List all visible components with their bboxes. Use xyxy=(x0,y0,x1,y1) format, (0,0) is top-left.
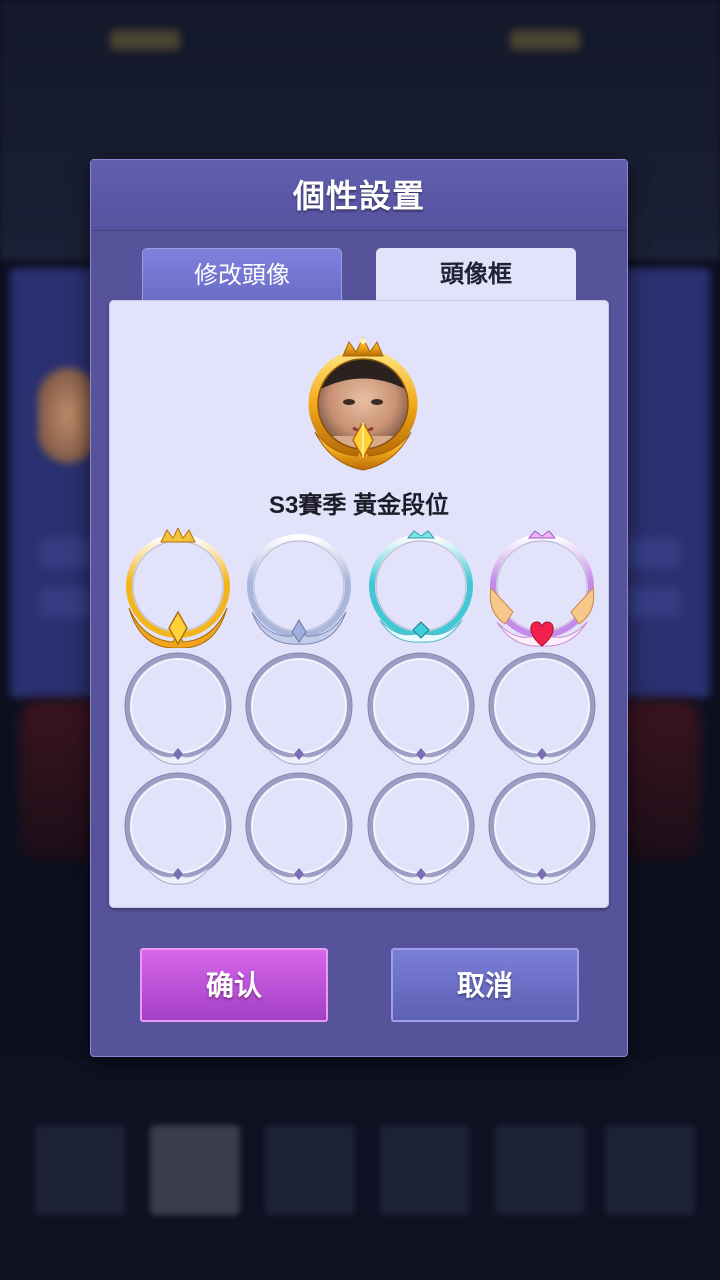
gold-crown-frame-icon xyxy=(126,528,230,648)
frame-option[interactable] xyxy=(244,770,354,890)
background-blur-shape xyxy=(510,30,580,50)
frame-option[interactable] xyxy=(123,528,233,648)
frame-option[interactable] xyxy=(487,528,597,648)
cancel-button[interactable]: 取消 xyxy=(391,948,579,1022)
tab-avatar-frame[interactable]: 頭像框 xyxy=(376,248,576,304)
frame-option[interactable] xyxy=(487,650,597,770)
background-tile xyxy=(605,1125,695,1215)
silver-wing-frame-icon xyxy=(247,534,351,645)
frame-option[interactable] xyxy=(366,650,476,770)
gold-crown-frame-icon xyxy=(308,336,418,471)
locked-frame-icon xyxy=(488,652,596,765)
locked-frame-icon xyxy=(124,772,232,885)
frame-option[interactable] xyxy=(244,528,354,648)
tab-change-avatar[interactable]: 修改頭像 xyxy=(142,248,342,302)
pink-heart-frame-icon xyxy=(489,530,595,647)
frame-panel: S3賽季 黃金段位 xyxy=(109,300,609,908)
frame-option[interactable] xyxy=(123,770,233,890)
frame-option[interactable] xyxy=(244,650,354,770)
locked-frame-icon xyxy=(488,772,596,885)
locked-frame-icon xyxy=(124,652,232,765)
cyan-gem-frame-icon xyxy=(369,530,473,643)
locked-frame-icon xyxy=(245,652,353,765)
background-tile xyxy=(265,1125,355,1215)
dialog-title: 個性設置 xyxy=(292,178,425,214)
background-tile xyxy=(150,1125,240,1215)
avatar-preview xyxy=(301,336,425,472)
frame-caption: S3賽季 黃金段位 xyxy=(268,492,450,519)
frame-option[interactable] xyxy=(366,770,476,890)
frame-option[interactable] xyxy=(123,650,233,770)
background-tile xyxy=(495,1125,585,1215)
confirm-button[interactable]: 确认 xyxy=(140,948,328,1022)
locked-frame-icon xyxy=(367,772,475,885)
background-tile xyxy=(35,1125,125,1215)
dialog-header: 個性設置 xyxy=(91,160,627,231)
locked-frame-icon xyxy=(245,772,353,885)
frame-option[interactable] xyxy=(366,528,476,648)
frame-option[interactable] xyxy=(487,770,597,890)
background-blur-shape xyxy=(110,30,180,50)
background-avatar xyxy=(38,368,98,463)
personal-settings-dialog: 個性設置 修改頭像 頭像框 S3賽季 黃金段位 确认 取消 xyxy=(90,159,628,1057)
locked-frame-icon xyxy=(367,652,475,765)
background-tile xyxy=(380,1125,470,1215)
